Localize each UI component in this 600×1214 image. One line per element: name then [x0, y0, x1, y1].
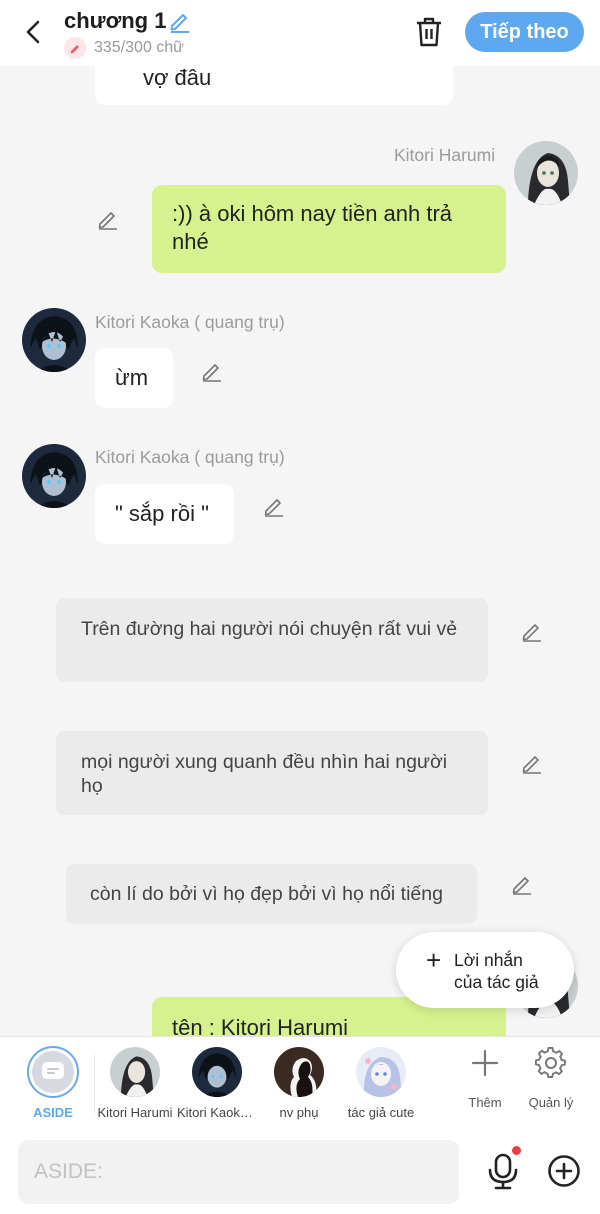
microphone-icon: [488, 1153, 518, 1190]
add-attachment-button[interactable]: [547, 1154, 581, 1188]
author-note-label-line1: Lời nhắn: [454, 950, 523, 970]
aside-text: mọi người xung quanh đều nhìn hai người …: [81, 751, 448, 797]
edit-message-icon[interactable]: [262, 494, 286, 518]
character-aside[interactable]: ASIDE: [13, 1037, 93, 1131]
aside-text: còn lí do bởi vì họ đẹp bởi vì họ nổi ti…: [90, 883, 443, 905]
next-button[interactable]: Tiếp theo: [465, 12, 584, 52]
edit-message-icon[interactable]: [520, 751, 544, 775]
character-label: Kitori Harumi: [97, 1105, 173, 1120]
message-text: ừm: [115, 365, 149, 390]
edit-message-icon[interactable]: [96, 207, 120, 231]
add-character-button[interactable]: Thêm: [454, 1037, 516, 1131]
avatar-kaoka[interactable]: [22, 444, 86, 508]
edit-message-icon[interactable]: [200, 359, 224, 383]
aside-bubble[interactable]: còn lí do bởi vì họ đẹp bởi vì họ nổi ti…: [66, 864, 477, 924]
chat-editor-screen: vợ đâu Kitori Harumi :)) à oki hôm nay t…: [0, 0, 600, 1214]
edit-message-icon[interactable]: [510, 872, 534, 896]
aside-bubble[interactable]: Trên đường hai người nói chuyện rất vui …: [56, 598, 488, 682]
notification-dot: [512, 1146, 521, 1155]
tool-label: Thêm: [468, 1095, 502, 1110]
back-arrow-icon: [26, 20, 40, 44]
character-label: ASIDE: [33, 1105, 73, 1120]
message-text: " sắp rồi ": [115, 501, 209, 526]
voice-input-button[interactable]: [486, 1152, 520, 1190]
message-icon: [42, 1062, 64, 1079]
aside-bubble[interactable]: mọi người xung quanh đều nhìn hai người …: [56, 731, 488, 815]
message-bubble[interactable]: " sắp rồi ": [95, 484, 234, 544]
message-text: vợ đâu: [143, 65, 212, 90]
plus-circle-icon: [548, 1155, 580, 1187]
gear-icon: [535, 1047, 566, 1078]
avatar-kaoka[interactable]: [22, 308, 86, 372]
avatar-kaoka: [192, 1047, 242, 1097]
edit-message-icon[interactable]: [520, 619, 544, 643]
message-bubble[interactable]: ừm: [95, 348, 173, 408]
avatar-author: [356, 1047, 406, 1097]
speaker-name: Kitori Kaoka ( quang trụ): [95, 312, 285, 332]
character-author[interactable]: tác giả cute: [341, 1037, 421, 1131]
character-harumi[interactable]: Kitori Harumi: [95, 1037, 175, 1131]
top-bar: chương 1 335/300 chữ Tiếp theo: [0, 0, 600, 66]
composer-bar: [0, 1130, 600, 1214]
edit-title-icon[interactable]: [168, 9, 192, 33]
trash-icon: [417, 17, 441, 47]
manage-characters-button[interactable]: Quản lý: [520, 1037, 582, 1131]
back-button[interactable]: [16, 14, 50, 50]
word-count-icon: [64, 37, 86, 59]
avatar-harumi: [110, 1047, 160, 1097]
character-nv-phu[interactable]: nv phụ: [259, 1037, 339, 1131]
character-label: tác giả cute: [347, 1105, 415, 1120]
message-text: :)) à oki hôm nay tiền anh trả nhé: [172, 201, 453, 254]
message-input[interactable]: [18, 1140, 459, 1204]
word-count: 335/300 chữ: [94, 39, 184, 56]
chapter-title[interactable]: chương 1: [64, 8, 166, 34]
tool-label: Quản lý: [528, 1095, 574, 1110]
message-text: tên : Kitori Harumi: [172, 1015, 349, 1036]
aside-avatar: [27, 1046, 79, 1098]
speaker-name: Kitori Harumi: [394, 145, 496, 165]
character-label: nv phụ: [279, 1105, 319, 1120]
avatar-silhouette: [274, 1047, 324, 1097]
delete-button[interactable]: [414, 16, 444, 48]
avatar-harumi[interactable]: [514, 141, 578, 205]
character-label: Kitori Kaoka ( quang trụ): [177, 1105, 257, 1120]
plus-icon: +: [426, 945, 442, 975]
character-bar: ASIDE Kitori Harumi Kitori Kaoka ( quang…: [0, 1036, 600, 1130]
author-note-label-line2: của tác giả: [454, 972, 539, 992]
chat-area[interactable]: vợ đâu Kitori Harumi :)) à oki hôm nay t…: [0, 0, 600, 1036]
author-note-button[interactable]: + Lời nhắn của tác giả: [396, 932, 574, 1008]
speaker-name: Kitori Kaoka ( quang trụ): [95, 447, 285, 467]
character-kaoka[interactable]: Kitori Kaoka ( quang trụ): [177, 1037, 257, 1131]
aside-text: Trên đường hai người nói chuyện rất vui …: [81, 618, 458, 640]
message-bubble[interactable]: :)) à oki hôm nay tiền anh trả nhé: [152, 185, 506, 273]
plus-icon: [471, 1049, 499, 1077]
